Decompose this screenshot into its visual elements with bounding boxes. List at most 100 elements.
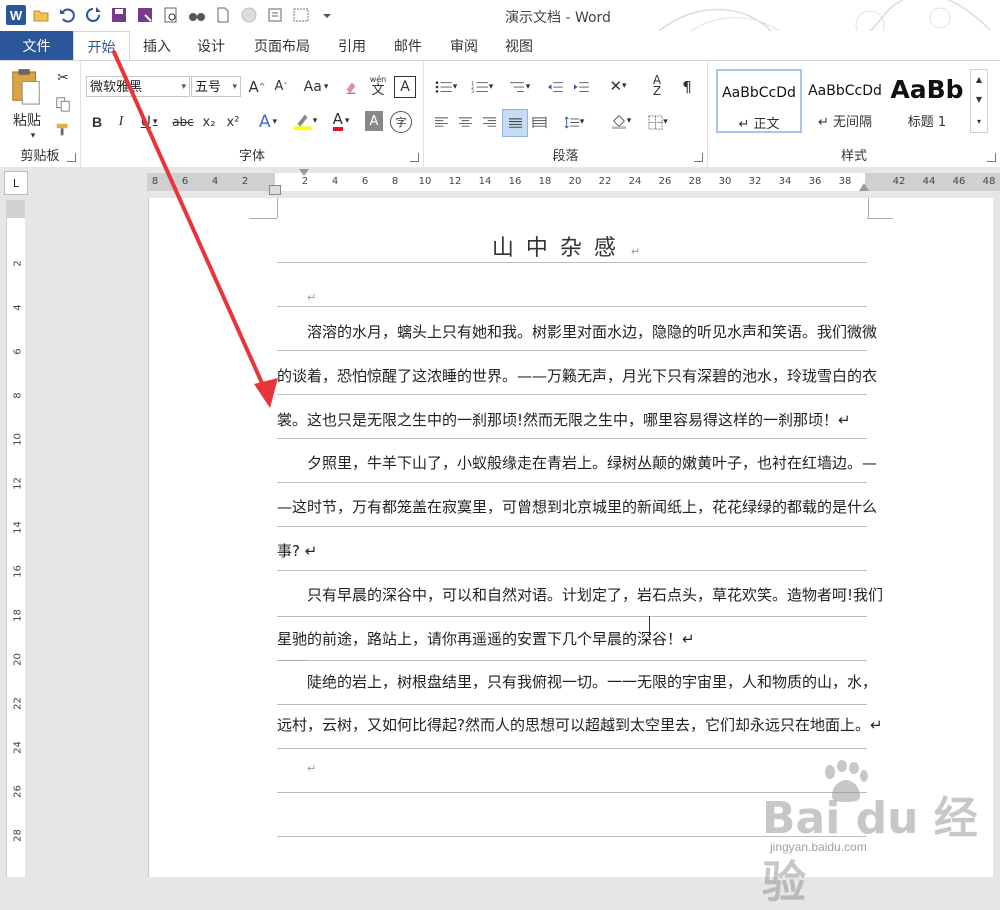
vertical-ruler-number: 16 (12, 565, 24, 578)
document-line[interactable]: 星驰的前途，路站上，请你再遥遥的安置下几个早晨的深谷！↵ (277, 617, 867, 661)
undo-icon[interactable] (56, 4, 78, 26)
document-line[interactable]: 夕照里，牛羊下山了，小蚁般缘走在青岩上。绿树丛颠的嫩黄叶子，也衬在红墙边。— (277, 441, 877, 485)
vertical-ruler-margin (7, 200, 25, 218)
ruler-number: 16 (508, 176, 522, 187)
document-line[interactable]: 裳。这也只是无限之生中的一刹那顷!然而无限之生中，哪里容易得这样的一刹那顷！↵ (277, 398, 867, 442)
styles-up-icon[interactable]: ▲ (974, 72, 984, 86)
character-shading-icon[interactable]: A (365, 111, 383, 131)
decrease-indent-icon[interactable] (544, 76, 566, 98)
distributed-icon[interactable] (528, 111, 550, 133)
document-line[interactable]: —这时节，万有都笼盖在寂寞里，可曾想到北京城里的新闻纸上，花花绿绿的都载的是什么 (277, 485, 877, 529)
document-line[interactable]: 陡绝的岩上，树根盘结里，只有我俯视一切。一一无限的宇宙里，人和物质的山，水， (277, 660, 877, 704)
increase-indent-icon[interactable] (570, 76, 592, 98)
underline-button[interactable]: U ▾ (135, 111, 163, 133)
bullets-icon[interactable]: ▾ (430, 76, 462, 98)
paste-icon[interactable] (8, 67, 44, 109)
left-indent-marker[interactable] (269, 185, 281, 195)
borders-icon[interactable]: ▾ (642, 111, 674, 133)
paragraph-launcher-icon[interactable] (694, 153, 703, 162)
subscript-button[interactable]: x₂ (199, 111, 219, 133)
clipboard-launcher-icon[interactable] (67, 153, 76, 162)
styles-launcher-icon[interactable] (987, 153, 996, 162)
font-launcher-icon[interactable] (410, 153, 419, 162)
style-no-spacing[interactable]: AaBbCcDd ↵ 无间隔 (802, 69, 888, 133)
justify-icon[interactable] (502, 109, 528, 137)
table-icon[interactable] (290, 4, 312, 26)
print-preview-icon[interactable] (160, 4, 182, 26)
tab-view[interactable]: 视图 (494, 31, 544, 60)
vertical-ruler-number: 22 (12, 697, 24, 710)
numbering-icon[interactable]: 1 2 3 ▾ (466, 76, 498, 98)
styles-down-icon[interactable]: ▼ (974, 92, 984, 106)
clipboard-group: 粘贴 ▾ ✂ 剪贴板 (0, 61, 81, 167)
text-effects-icon[interactable]: A ▾ (253, 111, 283, 133)
shrink-font-icon[interactable]: Aˇ (271, 76, 291, 97)
tab-selector[interactable]: L (4, 171, 28, 195)
shading-icon[interactable]: ▾ (604, 109, 638, 133)
bold-button[interactable]: B (87, 111, 107, 133)
vertical-ruler-number: 2 (12, 260, 24, 267)
customize-qat-icon[interactable] (316, 4, 338, 26)
paste-dropdown-icon[interactable]: ▾ (26, 131, 40, 141)
style-normal[interactable]: AaBbCcDd ↵ 正文 (716, 69, 802, 133)
new-document-icon[interactable] (212, 4, 234, 26)
line-spacing-icon[interactable]: ▾ (558, 111, 590, 133)
highlight-color-icon[interactable]: ▾ (289, 109, 321, 133)
align-center-icon[interactable] (454, 111, 476, 133)
tab-design[interactable]: 设计 (186, 31, 236, 60)
cut-icon[interactable]: ✂ (52, 67, 74, 89)
font-size-select[interactable]: 五号 ▾ (191, 76, 241, 97)
ruler-number: 24 (628, 176, 642, 187)
open-icon[interactable] (30, 4, 52, 26)
format-painter-icon[interactable] (52, 119, 74, 141)
record-icon[interactable] (238, 4, 260, 26)
show-marks-icon[interactable]: ¶ (676, 76, 698, 98)
redo-icon[interactable] (82, 4, 104, 26)
sort-icon[interactable]: AZ (646, 74, 668, 98)
find-icon[interactable] (186, 4, 208, 26)
tab-review[interactable]: 审阅 (440, 31, 488, 60)
italic-button[interactable]: I (111, 111, 131, 133)
align-right-icon[interactable] (478, 111, 500, 133)
document-line[interactable]: 远村，云树，又如何比得起?然而人的思想可以超越到太空里去，它们却永远只在地面上。… (277, 703, 883, 747)
first-line-indent-marker[interactable] (299, 169, 309, 176)
tab-page-layout[interactable]: 页面布局 (242, 31, 322, 60)
tab-home[interactable]: 开始 (73, 31, 130, 62)
enclose-characters-icon[interactable]: 字 (390, 111, 412, 133)
text-cursor (649, 616, 650, 638)
vertical-ruler-number: 12 (12, 477, 24, 490)
font-color-icon[interactable]: A ▾ (325, 109, 357, 133)
align-left-icon[interactable] (430, 111, 452, 133)
tab-mailings[interactable]: 邮件 (382, 31, 434, 60)
grow-font-icon[interactable]: A ^ (247, 76, 267, 97)
font-name-select[interactable]: 微软雅黑 ▾ (86, 76, 190, 97)
document-line[interactable]: 的谈着，恐怕惊醒了这浓睡的世界。——万籁无声，月光下只有深碧的池水，玲珑雪白的衣 (277, 354, 877, 398)
style-heading-1[interactable]: AaBb 标题 1 (888, 69, 966, 133)
strikethrough-button[interactable]: abc (170, 111, 196, 133)
styles-label: 样式 (840, 149, 867, 164)
tab-file[interactable]: 文件 (0, 31, 73, 60)
format-icon[interactable] (264, 4, 286, 26)
ruler-number: 8 (151, 176, 159, 187)
document-heading[interactable]: 山中杂感 ↵ (277, 230, 867, 262)
asian-layout-icon[interactable]: ✕ ▾ (600, 74, 636, 98)
superscript-button[interactable]: x² (223, 111, 243, 133)
change-case-button[interactable]: Aa ▾ (299, 76, 333, 97)
styles-more-icon[interactable]: ▾ (974, 114, 984, 128)
phonetic-guide-icon[interactable]: wén 文 (367, 73, 389, 99)
baidu-jingyan-watermark: Bai du 经验 jingyan.baidu.com (762, 760, 992, 908)
document-line[interactable]: 只有早晨的深谷中，可以和自然对语。计划定了，岩石点头，草花欢笑。造物者呵!我们 (277, 573, 883, 617)
multilevel-list-icon[interactable]: ▾ (502, 76, 536, 98)
save-as-icon[interactable] (134, 4, 156, 26)
copy-icon[interactable] (52, 93, 74, 115)
save-icon[interactable] (108, 4, 130, 26)
clear-format-icon[interactable] (341, 76, 361, 97)
document-line[interactable]: 溶溶的水月，螭头上只有她和我。树影里对面水边，隐隐的听见水声和笑语。我们微微 (277, 310, 877, 354)
document-line[interactable]: 事? ↵ (277, 529, 867, 573)
paste-button[interactable]: 粘贴 (10, 111, 44, 129)
watermark-url: jingyan.baidu.com (770, 840, 867, 854)
tab-insert[interactable]: 插入 (132, 31, 182, 60)
right-indent-marker[interactable] (859, 183, 869, 191)
character-border-icon[interactable]: A (394, 76, 416, 98)
tab-references[interactable]: 引用 (328, 31, 376, 60)
